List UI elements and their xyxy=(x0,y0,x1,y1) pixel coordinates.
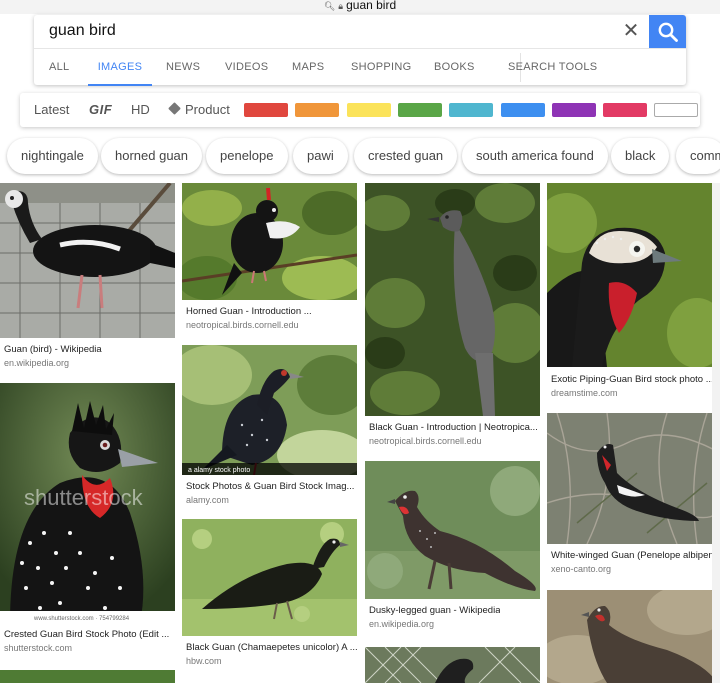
result-title[interactable]: Black Guan (Chamaepetes unicolor) A ... xyxy=(186,642,357,653)
image-result[interactable]: Exotic Piping-Guan Bird stock photo ... … xyxy=(547,183,720,403)
filter-hd[interactable]: HD xyxy=(131,102,150,117)
image-result[interactable]: a alamy stock photo Stock Photos & Guan … xyxy=(182,345,357,510)
filter-latest[interactable]: Latest xyxy=(34,102,69,117)
color-swatch-orange[interactable] xyxy=(295,103,339,117)
chip-comm[interactable]: comm xyxy=(676,138,720,174)
result-thumbnail[interactable] xyxy=(365,461,540,599)
image-result[interactable]: Dusky-legged guan - Wikipedia en.wikiped… xyxy=(365,461,540,636)
tab-all[interactable]: ALL xyxy=(49,49,69,86)
result-title[interactable]: White-winged Guan (Penelope albipen... xyxy=(551,550,720,561)
result-thumbnail[interactable] xyxy=(0,183,175,338)
color-swatch-green[interactable] xyxy=(398,103,442,117)
image-result-partial[interactable] xyxy=(0,670,175,683)
url-text: guan bird xyxy=(346,0,397,12)
tab-shopping[interactable]: SHOPPING xyxy=(351,49,411,86)
result-title[interactable]: Exotic Piping-Guan Bird stock photo ... xyxy=(551,374,714,385)
alamy-watermark: a alamy stock photo xyxy=(188,467,250,474)
search-card: guan bird ✕ ALL IMAGES NEWS VIDEOS MAPS … xyxy=(34,15,686,86)
result-thumbnail[interactable]: shutterstock www.shutterstock.com · 7547… xyxy=(0,383,175,623)
result-thumbnail[interactable] xyxy=(182,519,357,636)
search-icon xyxy=(658,22,678,42)
result-thumbnail[interactable] xyxy=(547,183,720,367)
image-result-partial[interactable] xyxy=(365,647,540,683)
chip-black[interactable]: black xyxy=(611,138,670,174)
chip-crested-guan[interactable]: crested guan xyxy=(354,138,458,174)
chip-nightingale[interactable]: nightingale xyxy=(7,138,98,174)
image-result[interactable]: Guan (bird) - Wikipedia en.wikipedia.org xyxy=(0,183,175,373)
search-input[interactable]: guan bird xyxy=(49,22,116,40)
result-title[interactable]: Black Guan - Introduction | Neotropica..… xyxy=(369,422,538,433)
result-source: en.wikipedia.org xyxy=(369,619,435,629)
color-swatch-teal[interactable] xyxy=(449,103,493,117)
color-swatch-blue[interactable] xyxy=(501,103,545,117)
shutterstock-watermark: shutterstock xyxy=(24,485,144,510)
image-result[interactable]: White-winged Guan (Penelope albipen... x… xyxy=(547,413,720,581)
filter-product[interactable]: Product xyxy=(168,102,230,117)
color-swatch-red[interactable] xyxy=(244,103,288,117)
result-source: dreamstime.com xyxy=(551,388,618,398)
color-swatch-white[interactable] xyxy=(654,103,698,117)
result-source: shutterstock.com xyxy=(4,643,73,653)
result-title[interactable]: Guan (bird) - Wikipedia xyxy=(4,344,102,355)
image-result[interactable]: Black Guan (Chamaepetes unicolor) A ... … xyxy=(182,519,357,679)
tab-images[interactable]: IMAGES xyxy=(88,49,152,86)
scrollbar-strip[interactable] xyxy=(712,183,720,683)
image-result[interactable]: Black Guan - Introduction | Neotropica..… xyxy=(365,183,540,453)
color-swatch-pink[interactable] xyxy=(603,103,647,117)
filter-bar: Latest GIF HD Product xyxy=(20,93,700,127)
result-source: neotropical.birds.cornell.edu xyxy=(369,436,482,446)
shutterstock-id: www.shutterstock.com · 754799284 xyxy=(33,616,130,622)
image-result[interactable]: Horned Guan - Introduction ... neotropic… xyxy=(182,183,357,335)
chip-south-america-found[interactable]: south america found xyxy=(462,138,608,174)
tab-search-tools[interactable]: SEARCH TOOLS xyxy=(508,49,597,86)
result-thumbnail[interactable]: a alamy stock photo xyxy=(182,345,357,475)
result-source: xeno-canto.org xyxy=(551,564,612,574)
image-result-partial[interactable] xyxy=(547,590,720,683)
result-title[interactable]: Horned Guan - Introduction ... xyxy=(186,306,312,317)
search-icon: 🔍︎ xyxy=(323,1,336,11)
search-row: guan bird ✕ xyxy=(34,15,686,48)
tab-books[interactable]: BOOKS xyxy=(434,49,475,86)
tab-news[interactable]: NEWS xyxy=(166,49,200,86)
chip-pawi[interactable]: pawi xyxy=(293,138,348,174)
filter-product-label: Product xyxy=(185,102,230,117)
result-source: alamy.com xyxy=(186,495,229,505)
result-source: neotropical.birds.cornell.edu xyxy=(186,320,299,330)
url-bar[interactable]: 🔍︎ 🔒︎ guan bird xyxy=(0,0,720,14)
image-result[interactable]: shutterstock www.shutterstock.com · 7547… xyxy=(0,383,175,658)
search-button[interactable] xyxy=(649,15,686,48)
tab-maps[interactable]: MAPS xyxy=(292,49,324,86)
search-tabs: ALL IMAGES NEWS VIDEOS MAPS SHOPPING BOO… xyxy=(34,48,686,86)
color-swatch-yellow[interactable] xyxy=(347,103,391,117)
result-title[interactable]: Dusky-legged guan - Wikipedia xyxy=(369,605,500,616)
chip-horned-guan[interactable]: horned guan xyxy=(101,138,203,174)
result-thumbnail[interactable] xyxy=(365,183,540,416)
filter-gif[interactable]: GIF xyxy=(89,102,112,117)
result-title[interactable]: Stock Photos & Guan Bird Stock Imag... xyxy=(186,481,354,492)
lock-icon: 🔒︎ xyxy=(338,1,344,11)
close-icon[interactable]: ✕ xyxy=(618,18,644,44)
result-thumbnail[interactable] xyxy=(182,183,357,300)
tab-videos[interactable]: VIDEOS xyxy=(225,49,268,86)
tag-icon xyxy=(168,102,181,115)
result-source: hbw.com xyxy=(186,656,222,666)
result-title[interactable]: Crested Guan Bird Stock Photo (Edit ... xyxy=(4,629,169,640)
result-thumbnail[interactable] xyxy=(547,413,720,544)
chip-penelope[interactable]: penelope xyxy=(206,138,288,174)
result-source: en.wikipedia.org xyxy=(4,358,70,368)
color-swatch-purple[interactable] xyxy=(552,103,596,117)
screen: 🔍︎ 🔒︎ guan bird guan bird ✕ ALL IMAGES NEW… xyxy=(0,0,720,683)
